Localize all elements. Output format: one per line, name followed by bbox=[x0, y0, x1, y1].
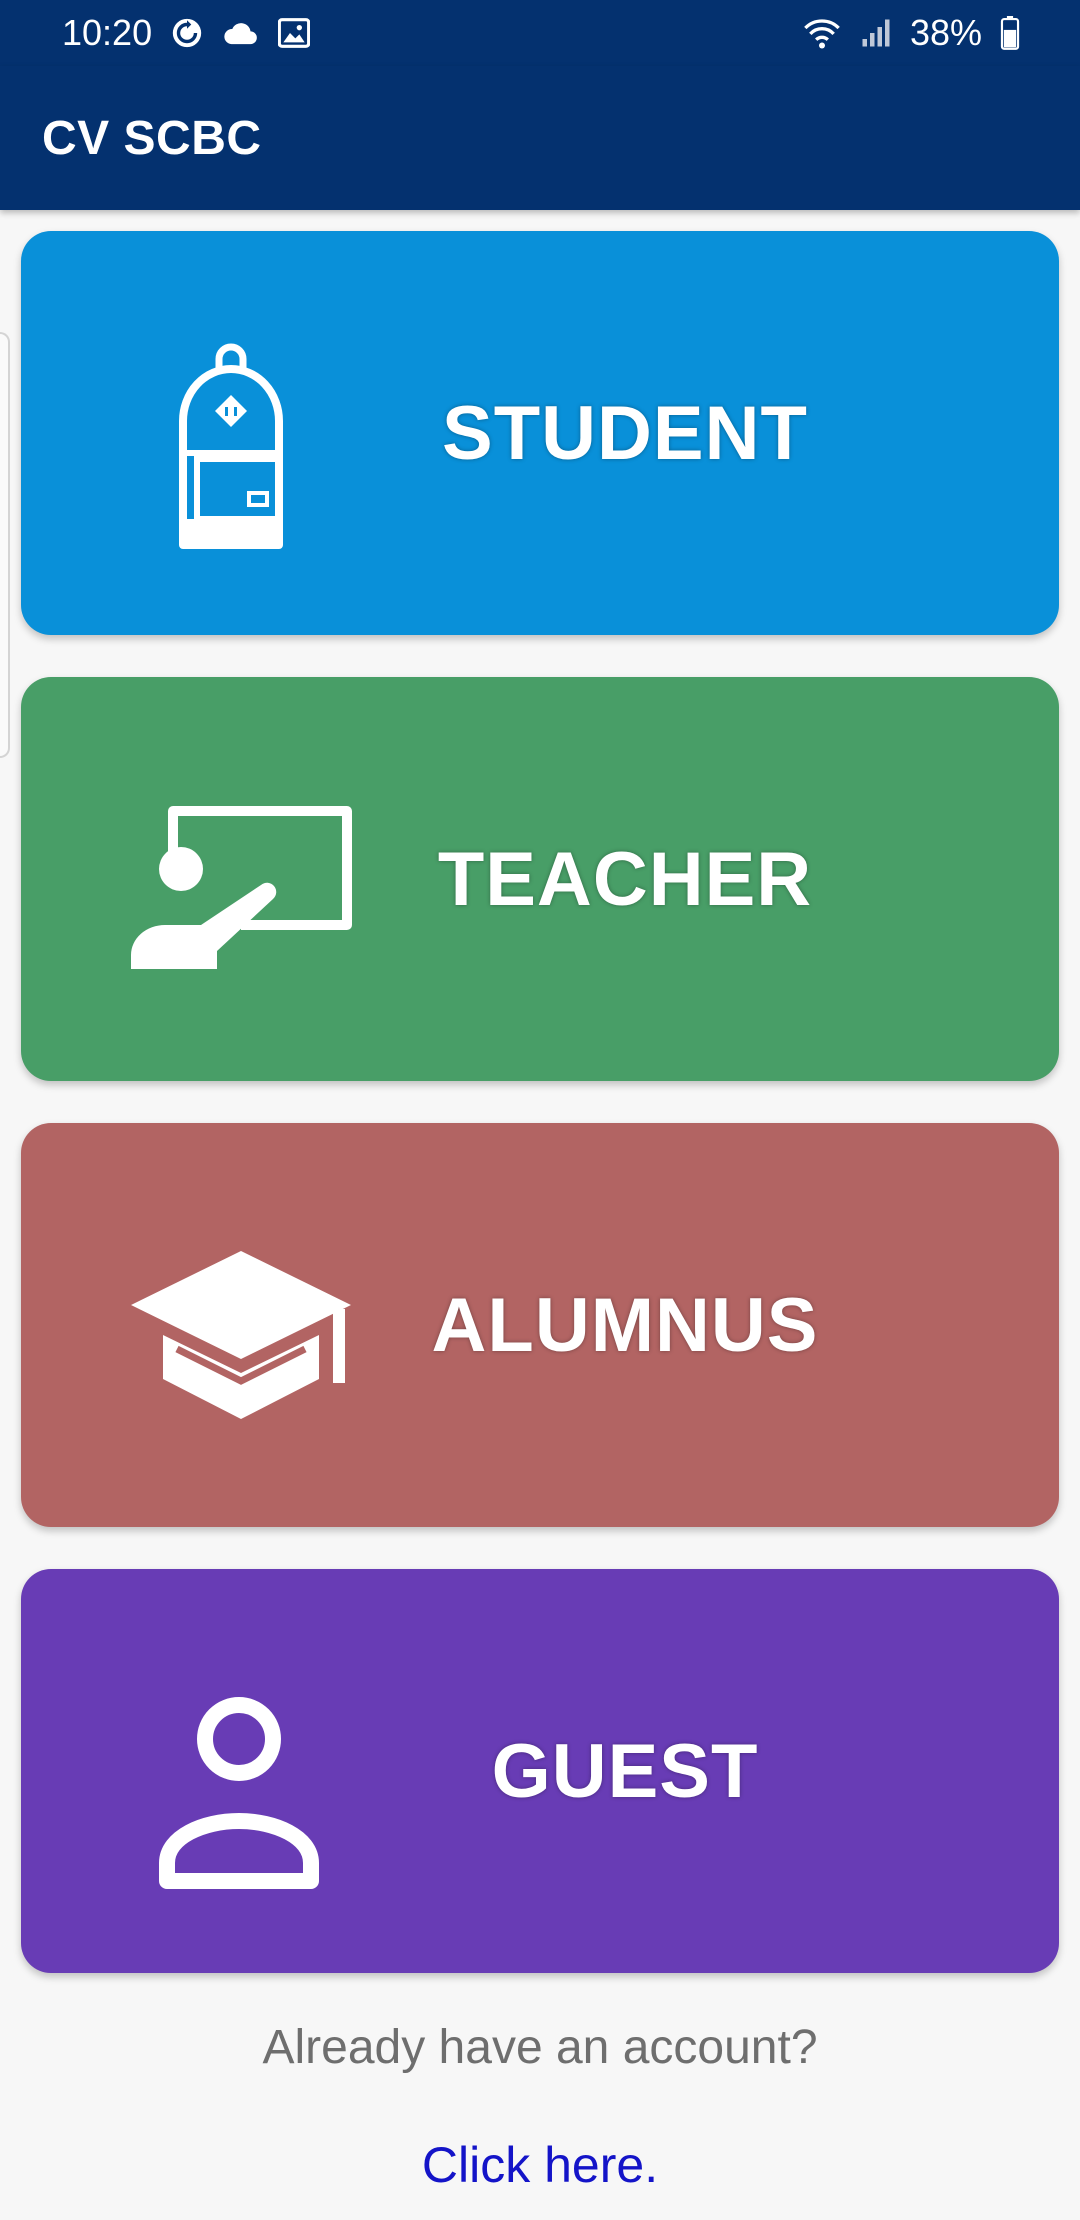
alumnus-label: ALUMNUS bbox=[431, 1282, 819, 1368]
alumnus-button[interactable]: ALUMNUS bbox=[21, 1123, 1059, 1527]
edge-panel-handle[interactable] bbox=[0, 332, 10, 758]
graduation-cap-icon bbox=[121, 1223, 361, 1443]
guest-label: GUEST bbox=[491, 1728, 759, 1814]
status-bar: 10:20 38% bbox=[0, 0, 1080, 66]
student-label: STUDENT bbox=[442, 390, 808, 476]
person-icon bbox=[121, 1669, 361, 1889]
app-title: CV SCBC bbox=[42, 111, 262, 165]
status-time: 10:20 bbox=[62, 12, 153, 53]
teacher-button[interactable]: TEACHER bbox=[21, 677, 1059, 1081]
status-bar-left: 10:20 bbox=[62, 12, 311, 54]
guest-button[interactable]: GUEST bbox=[21, 1569, 1059, 1973]
sync-icon bbox=[170, 16, 204, 50]
account-prompt: Already have an account? bbox=[262, 2021, 818, 2074]
status-bar-right: 38% bbox=[802, 12, 1020, 54]
image-icon bbox=[278, 18, 311, 48]
app-bar: CV SCBC bbox=[0, 66, 1080, 210]
student-button[interactable]: STUDENT bbox=[21, 231, 1059, 635]
teacher-label: TEACHER bbox=[437, 836, 813, 922]
login-link[interactable]: Click here. bbox=[0, 2136, 1080, 2194]
cloud-icon bbox=[222, 18, 260, 48]
teacher-board-icon bbox=[121, 777, 361, 997]
battery-icon bbox=[1000, 16, 1020, 50]
backpack-icon bbox=[121, 331, 361, 551]
battery-percent: 38% bbox=[909, 12, 982, 53]
wifi-icon bbox=[802, 16, 842, 50]
signal-icon bbox=[860, 18, 892, 48]
